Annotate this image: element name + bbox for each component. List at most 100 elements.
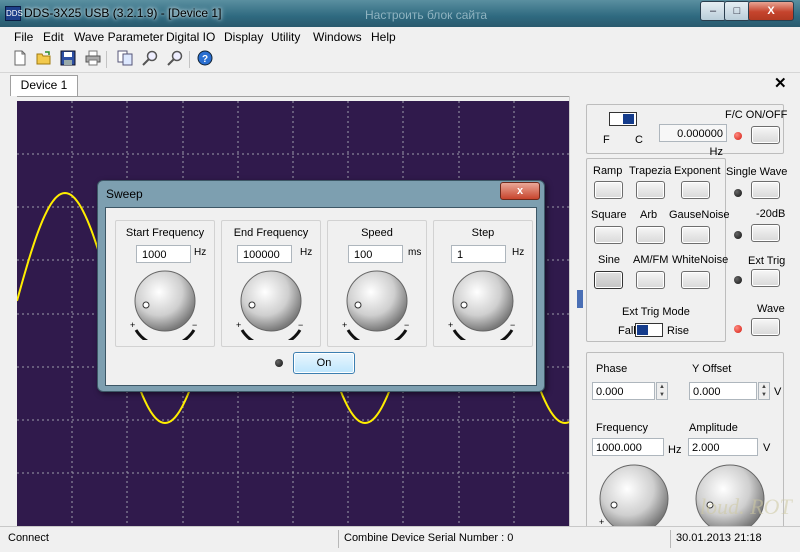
ramp-button[interactable] (594, 181, 623, 199)
svg-text:−: − (510, 320, 515, 330)
svg-text:−: − (404, 320, 409, 330)
wave-label: Wave (757, 303, 785, 315)
menu-digital-io[interactable]: Digital IO (166, 30, 215, 44)
fc-group: F C F/C ON/OFF 0.000000 Hz (586, 104, 787, 158)
gausenoise-button[interactable] (681, 226, 710, 244)
fc-toggle[interactable] (609, 112, 637, 126)
left-margin (0, 96, 17, 526)
step-input[interactable]: 1 (451, 245, 506, 263)
yoffset-input[interactable]: 0.000 (689, 382, 757, 400)
svg-text:+: + (448, 320, 453, 330)
app-icon[interactable]: DDS (5, 6, 23, 21)
speed-unit: ms (408, 247, 422, 258)
waveform-group: Ramp Trapezia Exponent Square Arb GauseN… (586, 158, 730, 342)
step-knob[interactable]: + − (446, 268, 520, 340)
menu-wave-parameter[interactable]: Wave Parameter (74, 30, 164, 44)
phase-input[interactable]: 0.000 (592, 382, 655, 400)
exponent-label: Exponent (674, 165, 721, 177)
svg-text:+: + (130, 320, 135, 330)
print-icon[interactable] (85, 50, 101, 66)
single-wave-label: Single Wave (726, 166, 788, 178)
amfm-label: AM/FM (633, 254, 669, 266)
amplitude-input[interactable]: 2.000 (688, 438, 758, 456)
square-button[interactable] (594, 226, 623, 244)
end-frequency-label: End Frequency (233, 227, 309, 239)
svg-text:?: ? (202, 54, 208, 65)
minus20db-led (734, 231, 742, 239)
frequency-input[interactable]: 1000.000 (592, 438, 664, 456)
maximize-button[interactable]: □ (724, 1, 750, 21)
amplitude-label: Amplitude (689, 422, 738, 434)
step-label: Step (471, 227, 495, 239)
toolbar: ? (0, 47, 800, 73)
sine-button[interactable] (594, 271, 623, 289)
new-icon[interactable] (12, 50, 28, 66)
frequency-knob[interactable]: + (597, 461, 673, 527)
status-separator (338, 530, 339, 548)
end-frequency-input[interactable]: 100000 (237, 245, 292, 263)
svg-text:−: − (298, 320, 303, 330)
end-frequency-knob[interactable]: + − (234, 268, 308, 340)
menu-utility[interactable]: Utility (271, 30, 300, 44)
menu-display[interactable]: Display (224, 30, 263, 44)
amfm-button[interactable] (636, 271, 665, 289)
sweep-dialog[interactable]: Sweep x Start Frequency 1000 Hz + − End … (97, 180, 545, 392)
ramp-label: Ramp (593, 165, 623, 177)
wave-led (734, 325, 742, 333)
minimize-button[interactable]: – (700, 1, 726, 21)
wave-button[interactable] (751, 318, 780, 336)
zoom-out-icon[interactable] (167, 50, 183, 66)
toolbar-separator (189, 51, 190, 68)
menu-help[interactable]: Help (371, 30, 396, 44)
open-icon[interactable] (36, 50, 52, 66)
panel-splitter[interactable] (569, 96, 585, 526)
menu-edit[interactable]: Edit (43, 30, 64, 44)
ext-trig-mode-toggle[interactable] (635, 323, 663, 337)
window-titlebar[interactable]: DDS DDS-3X25 USB (3.2.1.9) - [Device 1] … (0, 0, 800, 27)
tab-close-icon[interactable]: ✕ (774, 74, 787, 92)
start-frequency-knob[interactable]: + − (128, 268, 202, 340)
speed-group: Speed 100 ms + − (327, 220, 427, 347)
menu-file[interactable]: File (14, 30, 33, 44)
phase-label: Phase (596, 363, 628, 375)
speed-knob[interactable]: + − (340, 268, 414, 340)
start-frequency-label: Start Frequency (125, 227, 205, 239)
toolbar-separator (106, 51, 107, 68)
ext-trig-label: Ext Trig (748, 255, 786, 267)
speed-input[interactable]: 100 (348, 245, 403, 263)
arb-label: Arb (640, 209, 658, 221)
help-icon[interactable]: ? (197, 50, 213, 66)
ext-trig-button[interactable] (751, 269, 780, 287)
end-frequency-group: End Frequency 100000 Hz + − (221, 220, 321, 347)
yoffset-spinner[interactable]: ▲ ▼ (758, 382, 770, 400)
exponent-button[interactable] (681, 181, 710, 199)
sweep-on-button[interactable]: On (293, 352, 355, 374)
trapezia-button[interactable] (636, 181, 665, 199)
window-title: DDS-3X25 USB (3.2.1.9) - [Device 1] (24, 6, 222, 20)
zoom-in-icon[interactable] (142, 50, 158, 66)
fc-status-led (734, 132, 742, 140)
close-button[interactable]: X (748, 1, 794, 21)
whitenoise-button[interactable] (681, 271, 710, 289)
minus20db-button[interactable] (751, 224, 780, 242)
sweep-status-led (275, 359, 283, 367)
copy-icon[interactable] (117, 50, 133, 66)
rise-label: Rise (667, 325, 690, 337)
fc-onoff-button[interactable] (751, 126, 780, 144)
single-wave-button[interactable] (751, 181, 780, 199)
save-icon[interactable] (60, 50, 76, 66)
svg-text:+: + (236, 320, 241, 330)
start-frequency-input[interactable]: 1000 (136, 245, 191, 263)
yoffset-label: Y Offset (692, 363, 732, 375)
tab-strip: Device 1 ✕ (0, 73, 800, 97)
menu-windows[interactable]: Windows (313, 30, 362, 44)
sweep-close-button[interactable]: x (500, 182, 540, 200)
tab-device-1[interactable]: Device 1 (10, 75, 78, 96)
arb-button[interactable] (636, 226, 665, 244)
end-frequency-unit: Hz (300, 247, 313, 258)
expand-arrow-icon[interactable] (577, 290, 583, 308)
sine-label: Sine (598, 254, 621, 266)
sweep-dialog-body: Start Frequency 1000 Hz + − End Frequenc… (105, 207, 537, 386)
status-connect: Connect (8, 532, 49, 544)
phase-spinner[interactable]: ▲ ▼ (656, 382, 668, 400)
